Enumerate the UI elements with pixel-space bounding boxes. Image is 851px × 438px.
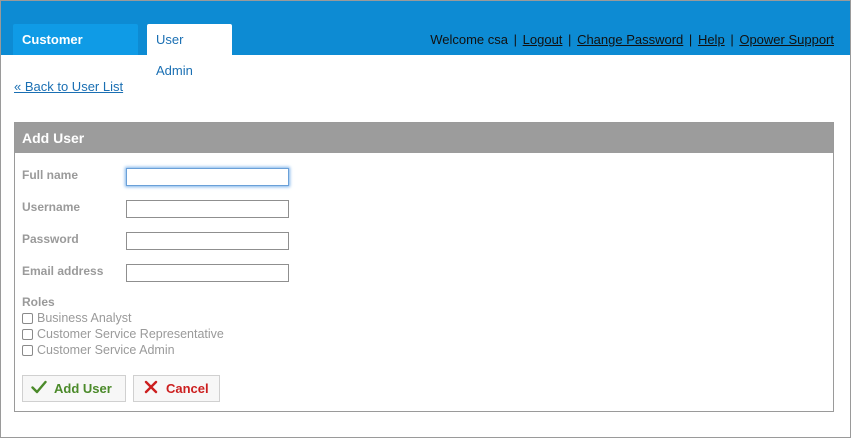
help-link[interactable]: Help <box>698 32 725 47</box>
password-input[interactable] <box>126 232 289 250</box>
username-label: Username <box>22 200 81 214</box>
full-name-label: Full name <box>22 168 79 182</box>
business-analyst-checkbox[interactable] <box>22 312 33 324</box>
role-customer-service-admin: Customer Service Admin <box>22 343 175 357</box>
tab-customer-service[interactable]: Customer Service <box>13 24 138 78</box>
business-analyst-label: Business Analyst <box>37 311 132 325</box>
change-password-link[interactable]: Change Password <box>577 32 683 47</box>
full-name-input[interactable] <box>126 168 289 186</box>
separator: | <box>513 32 518 47</box>
cancel-button[interactable]: Cancel <box>133 375 220 402</box>
checkmark-icon <box>31 380 47 397</box>
email-address-input[interactable] <box>126 264 289 282</box>
customer-service-admin-checkbox[interactable] <box>22 344 33 356</box>
user-links: Welcome csa | Logout | Change Password |… <box>430 32 834 47</box>
customer-service-representative-label: Customer Service Representative <box>37 327 224 341</box>
customer-service-admin-label: Customer Service Admin <box>37 343 175 357</box>
x-icon <box>143 380 159 397</box>
back-to-user-list-link[interactable]: « Back to User List <box>14 79 123 94</box>
separator: | <box>730 32 734 47</box>
top-navigation-bar: Customer Service User Admin Welcome csa … <box>1 1 850 78</box>
add-user-panel: Add User Full name Username Password Ema… <box>14 122 834 412</box>
app-frame: Customer Service User Admin Welcome csa … <box>0 0 851 438</box>
roles-heading: Roles <box>22 295 55 309</box>
password-label: Password <box>22 232 79 246</box>
panel-title: Add User <box>15 123 833 153</box>
customer-service-representative-checkbox[interactable] <box>22 328 33 340</box>
separator: | <box>568 32 572 47</box>
cancel-button-label: Cancel <box>166 381 209 396</box>
opower-support-link[interactable]: Opower Support <box>739 32 834 47</box>
email-address-label: Email address <box>22 264 104 278</box>
logout-link[interactable]: Logout <box>523 32 563 47</box>
username-input[interactable] <box>126 200 289 218</box>
add-user-button-label: Add User <box>54 381 112 396</box>
tab-user-admin[interactable]: User Admin <box>147 24 232 78</box>
welcome-text: Welcome csa <box>430 32 509 47</box>
role-customer-service-representative: Customer Service Representative <box>22 327 224 341</box>
role-business-analyst: Business Analyst <box>22 311 132 325</box>
add-user-button[interactable]: Add User <box>22 375 126 402</box>
separator: | <box>688 32 693 47</box>
